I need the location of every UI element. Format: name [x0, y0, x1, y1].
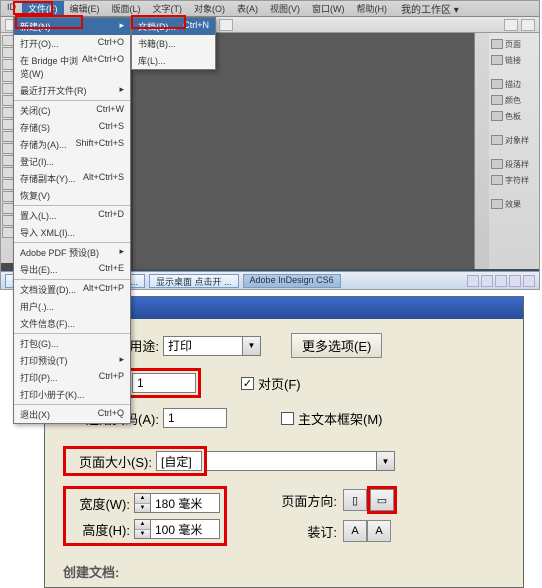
swatches-icon — [491, 111, 503, 121]
tool-icon[interactable] — [504, 19, 518, 31]
tray-icon[interactable] — [509, 275, 521, 287]
panel-charstyle[interactable]: 字符样 — [489, 173, 539, 187]
startpage-input[interactable]: 1 — [163, 408, 227, 428]
menu-savecopy[interactable]: 存储副本(Y)...Alt+Ctrl+S — [14, 170, 130, 187]
charstyle-icon — [491, 175, 503, 185]
menu-printpreset[interactable]: 打印预设(T)▸ — [14, 352, 130, 369]
objstyle-icon — [491, 135, 503, 145]
panel-pages[interactable]: 页面 — [489, 37, 539, 51]
menu-checkin[interactable]: 登记(I)... — [14, 153, 130, 170]
width-input[interactable]: 180 毫米 — [150, 493, 220, 513]
menu-open[interactable]: 打开(O)...Ctrl+O — [14, 35, 130, 52]
panel-color[interactable]: 颜色 — [489, 93, 539, 107]
width-label: 宽度(W): — [70, 494, 130, 513]
menu-revert[interactable]: 恢复(V) — [14, 187, 130, 204]
highlight-box — [15, 15, 83, 29]
links-icon — [491, 55, 503, 65]
parastyle-icon — [491, 159, 503, 169]
menu-layout[interactable]: 版面(L) — [106, 1, 147, 16]
menu-pdfpreset[interactable]: Adobe PDF 预设(B)▸ — [14, 244, 130, 261]
panels-dock: 页面 链接 描边 颜色 色板 对象样 段落样 字符样 效果 — [474, 33, 539, 269]
orientation-landscape-button[interactable]: ▭ — [370, 489, 394, 511]
tray-icon[interactable] — [467, 275, 479, 287]
tool-icon[interactable] — [219, 19, 233, 31]
tray-icon[interactable] — [481, 275, 493, 287]
panel-effects[interactable]: 效果 — [489, 197, 539, 211]
pagesize-label: 页面大小(S): — [68, 452, 152, 471]
panel-stroke[interactable]: 描边 — [489, 77, 539, 91]
facing-pages-label: 对页(F) — [258, 374, 301, 393]
highlight-box — [131, 15, 186, 29]
menu-saveas[interactable]: 存储为(A)...Shift+Ctrl+S — [14, 136, 130, 153]
submenu-book[interactable]: 书籍(B)... — [132, 35, 215, 52]
color-icon — [491, 95, 503, 105]
menu-window[interactable]: 窗口(W) — [306, 1, 351, 16]
menu-object[interactable]: 对象(O) — [188, 1, 231, 16]
effects-icon — [491, 199, 503, 209]
purpose-dropdown-button[interactable]: ▼ — [243, 336, 261, 356]
panel-swatches[interactable]: 色板 — [489, 109, 539, 123]
menu-edit[interactable]: 编辑(E) — [64, 1, 106, 16]
menu-docsetup[interactable]: 文档设置(D)...Alt+Ctrl+P — [14, 281, 130, 298]
menu-place[interactable]: 置入(L)...Ctrl+D — [14, 207, 130, 224]
highlight-box — [13, 1, 53, 15]
workspace-switcher[interactable]: 我的工作区 ▾ — [393, 1, 467, 16]
system-tray — [467, 275, 535, 287]
highlight-box-orientation: ▭ — [367, 486, 397, 514]
menu-package[interactable]: 打包(G)... — [14, 335, 130, 352]
menu-view[interactable]: 视图(V) — [264, 1, 306, 16]
more-options-button[interactable]: 更多选项(E) — [291, 333, 382, 358]
tray-icon[interactable] — [523, 275, 535, 287]
binding-label: 装订: — [267, 522, 337, 541]
menu-user[interactable]: 用户(.)... — [14, 298, 130, 315]
binding-right-button[interactable]: A — [367, 520, 391, 542]
height-input[interactable]: 100 毫米 — [150, 519, 220, 539]
width-spinner[interactable]: ▲▼ — [134, 493, 150, 513]
menu-save[interactable]: 存储(S)Ctrl+S — [14, 119, 130, 136]
orientation-portrait-button[interactable]: ▯ — [343, 489, 367, 511]
pagesize-dropdown-button[interactable]: ▼ — [377, 451, 395, 471]
height-spinner[interactable]: ▲▼ — [134, 519, 150, 539]
stroke-icon — [491, 79, 503, 89]
tray-icon[interactable] — [495, 275, 507, 287]
highlight-box-size: 页面大小(S): [自定] — [63, 446, 207, 476]
pages-icon — [491, 39, 503, 49]
orientation-label: 页面方向: — [267, 491, 337, 510]
app-window: ID 文件(F) 编辑(E) 版面(L) 文字(T) 对象(O) 表(A) 视图… — [0, 0, 540, 290]
pagesize-extended[interactable] — [207, 451, 377, 471]
task-desktop[interactable]: 显示桌面 点击开 ... — [149, 274, 239, 288]
masterframe-checkbox[interactable] — [281, 412, 294, 425]
menu-fileinfo[interactable]: 文件信息(F)... — [14, 315, 130, 332]
height-label: 高度(H): — [70, 520, 130, 539]
menu-printbooklet[interactable]: 打印小册子(K)... — [14, 386, 130, 403]
menu-help[interactable]: 帮助(H) — [351, 1, 394, 16]
panel-objstyle[interactable]: 对象样 — [489, 133, 539, 147]
panel-parastyle[interactable]: 段落样 — [489, 157, 539, 171]
menu-recent[interactable]: 最近打开文件(R)▸ — [14, 82, 130, 99]
pages-input[interactable]: 1 — [132, 373, 196, 393]
menu-importxml[interactable]: 导入 XML(I)... — [14, 224, 130, 241]
task-indesign[interactable]: Adobe InDesign CS6 — [243, 274, 341, 288]
panel-links[interactable]: 链接 — [489, 53, 539, 67]
menu-print[interactable]: 打印(P)...Ctrl+P — [14, 369, 130, 386]
submenu-library[interactable]: 库(L)... — [132, 52, 215, 69]
createdoc-label: 创建文档: — [63, 562, 505, 581]
purpose-select[interactable]: 打印 — [163, 336, 243, 356]
menu-browse-bridge[interactable]: 在 Bridge 中浏览(W)Alt+Ctrl+O — [14, 52, 130, 82]
binding-left-button[interactable]: A — [343, 520, 367, 542]
masterframe-label: 主文本框架(M) — [298, 409, 383, 428]
menu-export[interactable]: 导出(E)...Ctrl+E — [14, 261, 130, 278]
menu-type[interactable]: 文字(T) — [147, 1, 189, 16]
file-menu-dropdown: 新建(N)▸ 打开(O)...Ctrl+O 在 Bridge 中浏览(W)Alt… — [13, 17, 131, 424]
tool-icon[interactable] — [521, 19, 535, 31]
highlight-box-dimensions: 宽度(W): ▲▼ 180 毫米 高度(H): ▲▼ 100 毫米 — [63, 486, 227, 546]
menu-table[interactable]: 表(A) — [231, 1, 264, 16]
menu-close[interactable]: 关闭(C)Ctrl+W — [14, 102, 130, 119]
menu-exit[interactable]: 退出(X)Ctrl+Q — [14, 406, 130, 423]
facing-pages-checkbox[interactable]: ✓ — [241, 377, 254, 390]
pagesize-select[interactable]: [自定] — [156, 451, 202, 471]
